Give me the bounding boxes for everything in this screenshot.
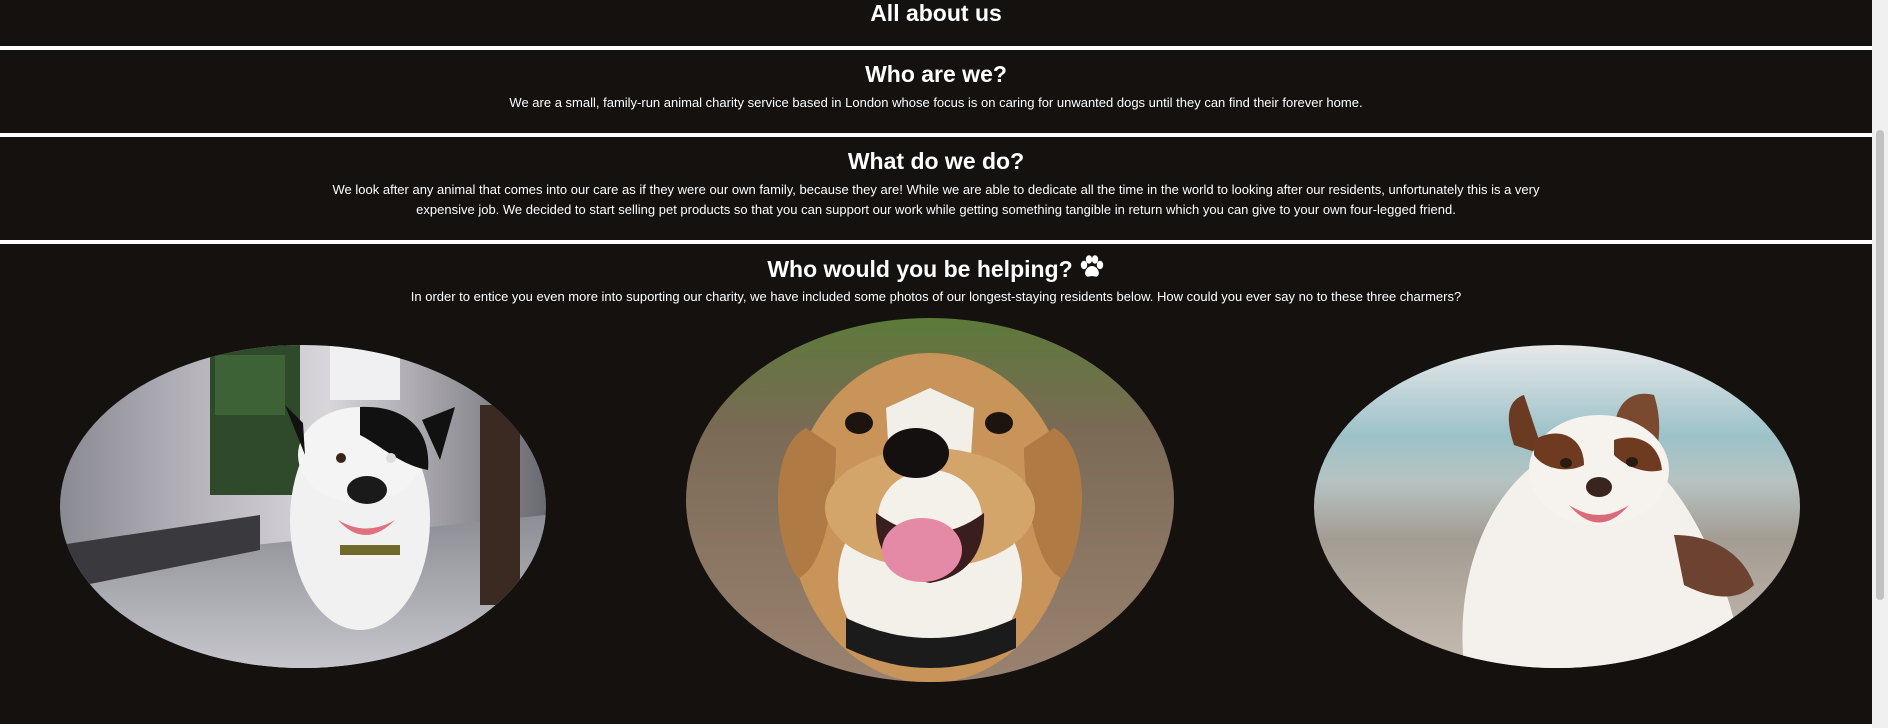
- section-heading-what: What do we do?: [847, 148, 1025, 174]
- section-text-what: We look after any animal that comes into…: [332, 182, 1540, 217]
- paw-icon: [1079, 255, 1105, 285]
- section-heading-helping: Who would you be helping?: [0, 255, 1872, 285]
- section-heading-helping-label: Who would you be helping?: [767, 256, 1073, 282]
- section-divider: [0, 240, 1872, 244]
- dog-photo-2: [686, 318, 1174, 682]
- dog-photo-3: [1314, 345, 1800, 668]
- page: All about us Who are we? We are a small,…: [0, 0, 1872, 724]
- page-title: All about us: [870, 0, 1002, 26]
- section-heading-who: Who are we?: [865, 61, 1007, 87]
- section-text-who: We are a small, family-run animal charit…: [509, 95, 1363, 110]
- dog-photo-1: [60, 345, 546, 668]
- scrollbar[interactable]: [1872, 0, 1888, 728]
- section-divider: [0, 133, 1872, 137]
- scrollbar-thumb[interactable]: [1876, 130, 1884, 600]
- section-divider: [0, 46, 1872, 50]
- section-text-helping: In order to entice you even more into su…: [410, 289, 1462, 304]
